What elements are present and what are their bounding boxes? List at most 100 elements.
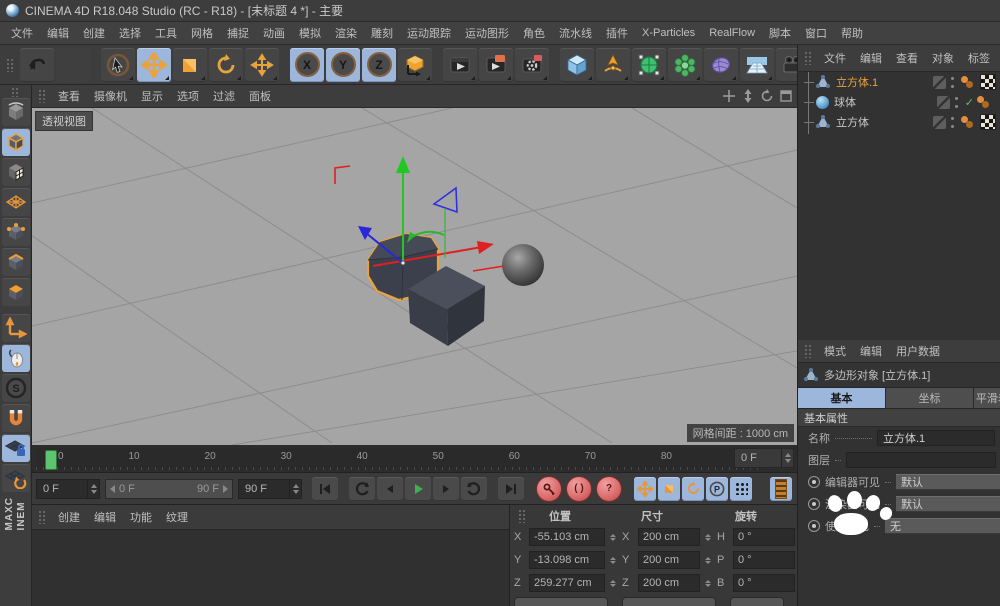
viewport-rotate-icon[interactable] [758,88,775,105]
rotation-value-field[interactable]: 0 ° [733,551,795,569]
menu-item[interactable]: 选择 [112,25,148,41]
palette-drag-handle[interactable] [11,87,20,97]
add-mograph-cloner-button[interactable] [668,48,702,82]
keyframe-radio-icon[interactable] [808,498,820,510]
keyframe-selection-button[interactable]: ? [596,476,622,502]
position-value-field[interactable]: -13.098 cm [529,551,605,569]
go-to-end-button[interactable] [498,477,524,501]
material-menu-item[interactable]: 创建 [51,509,87,525]
undo-button[interactable] [20,48,54,82]
key-pla-toggle[interactable] [730,477,752,501]
object-manager-menu-item[interactable]: 查看 [889,50,925,66]
viewport-menu-item[interactable]: 摄像机 [87,88,134,104]
object-manager-menu-item[interactable]: 标签 [961,50,997,66]
polygons-mode-button[interactable] [2,278,30,306]
visibility-dots[interactable] [953,96,961,109]
toolbar-drag-handle[interactable] [6,58,15,72]
axis-lock-button[interactable]: Y [326,48,360,82]
workplane-rotate-button[interactable] [2,464,30,492]
position-stepper[interactable] [608,574,617,592]
end-frame-stepper[interactable] [289,480,301,498]
live-selection-tool[interactable] [101,48,135,82]
name-field[interactable]: 立方体.1 [877,430,995,446]
position-value-field[interactable]: 259.277 cm [529,574,605,592]
phong-tag-icon[interactable] [977,96,992,109]
model-mode-button[interactable] [2,128,30,156]
coordinate-system-button[interactable] [398,48,432,82]
coordinates-apply-button[interactable] [730,597,784,606]
last-used-tool[interactable] [245,48,279,82]
menu-item[interactable]: 脚本 [762,25,798,41]
menu-item[interactable]: 网格 [184,25,220,41]
menu-item[interactable]: 运动跟踪 [400,25,458,41]
play-button[interactable] [405,477,431,501]
menu-item[interactable]: X-Particles [635,27,702,39]
coordinates-mode-button[interactable] [514,597,608,606]
object-row[interactable]: 立方体 ✓ [798,112,1000,132]
render-view-button[interactable] [443,48,477,82]
key-parameter-toggle[interactable]: P [706,477,728,501]
object-type-icon[interactable] [816,96,829,109]
current-frame-stepper[interactable] [87,480,99,498]
viewport-menu-item[interactable]: 过滤 [206,88,242,104]
keyframe-radio-icon[interactable] [808,520,820,532]
size-stepper[interactable] [703,528,712,546]
enable-snap-magnet-button[interactable] [2,404,30,432]
size-stepper[interactable] [703,574,712,592]
attribute-menu-item[interactable]: 用户数据 [889,343,947,359]
timeline-ruler[interactable]: 0102030405060708090 0 F [32,445,797,473]
edges-mode-button[interactable] [2,248,30,276]
attribute-menu-item[interactable]: 编辑 [853,343,889,359]
menu-item[interactable]: 雕刻 [364,25,400,41]
add-spline-pen-button[interactable] [596,48,630,82]
layer-field[interactable] [846,452,996,468]
attribute-tab[interactable]: 平滑着色(Phong) [974,388,1000,408]
object-manager-handle[interactable] [804,51,813,65]
scale-tool[interactable] [173,48,207,82]
menu-item[interactable]: 文件 [4,25,40,41]
preview-range-slider[interactable]: 0 F 90 F [105,479,233,499]
menu-item[interactable]: 渲染 [328,25,364,41]
viewport-menu-handle[interactable] [38,89,47,103]
previous-key-button[interactable] [349,477,375,501]
autokeying-button[interactable]: ( ) [566,476,592,502]
object-row[interactable]: 球体 ✓ [798,92,1000,112]
texture-mode-button[interactable] [2,158,30,186]
coordinates-convert-button[interactable] [622,597,716,606]
menu-item[interactable]: 运动图形 [458,25,516,41]
object-name[interactable]: 立方体.1 [836,74,933,90]
object-name[interactable]: 立方体 [836,114,933,130]
workplane-lock-button[interactable] [2,434,30,462]
enabled-check-icon[interactable]: ✓ [965,96,974,109]
axis-lock-button[interactable]: Z [362,48,396,82]
menu-item[interactable]: 角色 [516,25,552,41]
material-menu-item[interactable]: 纹理 [159,509,195,525]
position-value-field[interactable]: -55.103 cm [529,528,605,546]
go-to-start-button[interactable] [312,477,338,501]
move-tool[interactable] [137,48,171,82]
menu-item[interactable]: 插件 [599,25,635,41]
menu-item[interactable]: 编辑 [40,25,76,41]
menu-item[interactable]: 流水线 [552,25,599,41]
size-stepper[interactable] [703,551,712,569]
key-rotation-toggle[interactable] [682,477,704,501]
timeline-track[interactable]: 0102030405060708090 [36,448,762,470]
layer-tag[interactable] [937,96,950,109]
add-deformer-button[interactable] [704,48,738,82]
layer-tag[interactable] [933,116,946,129]
viewport-zoom-icon[interactable] [739,88,756,105]
frame-counter-stepper[interactable] [781,449,793,467]
viewport-pan-icon[interactable] [720,88,737,105]
menu-item[interactable]: 捕捉 [220,25,256,41]
object-row[interactable]: 立方体.1 ✓ [798,72,1000,92]
add-generator-subdivision-button[interactable] [632,48,666,82]
basic-properties-section-header[interactable]: 基本属性 [798,409,1000,427]
current-frame-field[interactable]: 0 F [36,479,100,499]
viewport-menu-item[interactable]: 显示 [134,88,170,104]
range-right-arrow-icon[interactable] [223,485,228,493]
next-key-button[interactable] [461,477,487,501]
axis-mode-button[interactable] [2,314,30,342]
key-position-toggle[interactable] [634,477,656,501]
record-keyframe-button[interactable] [536,476,562,502]
object-manager-menu-item[interactable]: 编辑 [853,50,889,66]
